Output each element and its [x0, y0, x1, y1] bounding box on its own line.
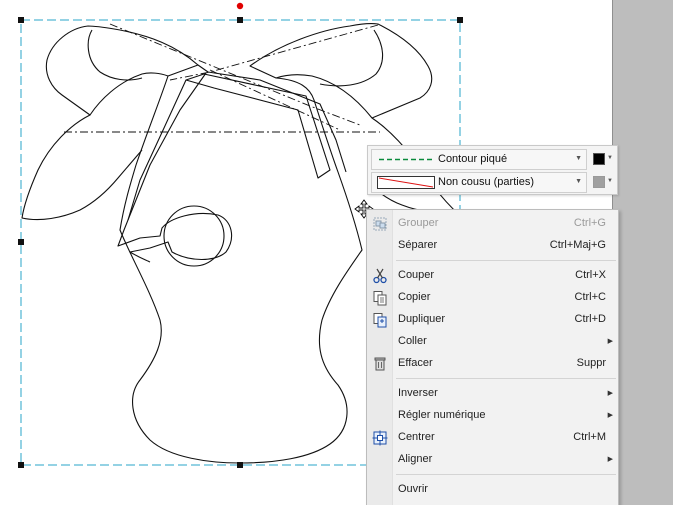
menu-item-regler-numerique[interactable]: Régler numérique ▶	[367, 405, 618, 427]
menu-separator	[396, 474, 616, 475]
chevron-down-icon: ▼	[575, 178, 582, 185]
fill-type-select[interactable]: Non cousu (parties) ▼	[371, 172, 587, 193]
menu-item-copier[interactable]: Copier Ctrl+C	[367, 287, 618, 309]
submenu-arrow-icon: ▶	[607, 338, 613, 345]
center-icon	[372, 430, 388, 446]
menu-item-coller[interactable]: Coller ▶	[367, 331, 618, 353]
submenu-arrow-icon: ▶	[607, 412, 613, 419]
rotation-handle[interactable]	[236, 2, 244, 10]
menu-item-inverser[interactable]: Inverser ▶	[367, 383, 618, 405]
chevron-down-icon: ▼	[575, 155, 582, 162]
copy-icon	[373, 291, 387, 306]
chevron-down-icon: ▼	[607, 155, 613, 161]
stitch-properties-panel: Contour piqué ▼ ▼ Non cousu (parties) ▼ …	[367, 145, 618, 195]
fill-type-label: Non cousu (parties)	[438, 176, 534, 188]
context-menu: Grouper Ctrl+G Séparer Ctrl+Maj+G Couper…	[366, 209, 619, 505]
chevron-down-icon: ▼	[607, 178, 613, 184]
menu-item-dupliquer[interactable]: Dupliquer Ctrl+D	[367, 309, 618, 331]
menu-separator	[396, 378, 616, 379]
duplicate-icon	[373, 313, 387, 328]
submenu-arrow-icon: ▶	[607, 456, 613, 463]
menu-item-grouper[interactable]: Grouper Ctrl+G	[367, 213, 618, 235]
outline-row: Contour piqué ▼ ▼	[371, 149, 615, 170]
no-fill-icon	[377, 176, 435, 189]
fill-color-button[interactable]: ▼	[590, 172, 615, 193]
outline-color-button[interactable]: ▼	[590, 149, 615, 170]
dashed-line-icon	[379, 158, 433, 161]
outline-type-label: Contour piqué	[438, 153, 508, 165]
menu-item-effacer[interactable]: Effacer Suppr	[367, 353, 618, 375]
group-icon	[373, 217, 387, 231]
submenu-arrow-icon: ▶	[607, 390, 613, 397]
outline-type-select[interactable]: Contour piqué ▼	[371, 149, 587, 170]
scissors-icon	[373, 268, 387, 284]
canvas-margin	[612, 0, 673, 505]
outline-color-chip	[593, 153, 605, 165]
menu-item-aligner[interactable]: Aligner ▶	[367, 449, 618, 471]
fill-color-chip	[593, 176, 605, 188]
trash-icon	[374, 357, 386, 371]
menu-item-couper[interactable]: Couper Ctrl+X	[367, 265, 618, 287]
menu-item-centrer[interactable]: Centrer Ctrl+M	[367, 427, 618, 449]
fill-row: Non cousu (parties) ▼ ▼	[371, 172, 615, 193]
menu-item-ouvrir[interactable]: Ouvrir	[367, 479, 618, 501]
menu-item-separer[interactable]: Séparer Ctrl+Maj+G	[367, 235, 618, 257]
menu-separator	[396, 260, 616, 261]
